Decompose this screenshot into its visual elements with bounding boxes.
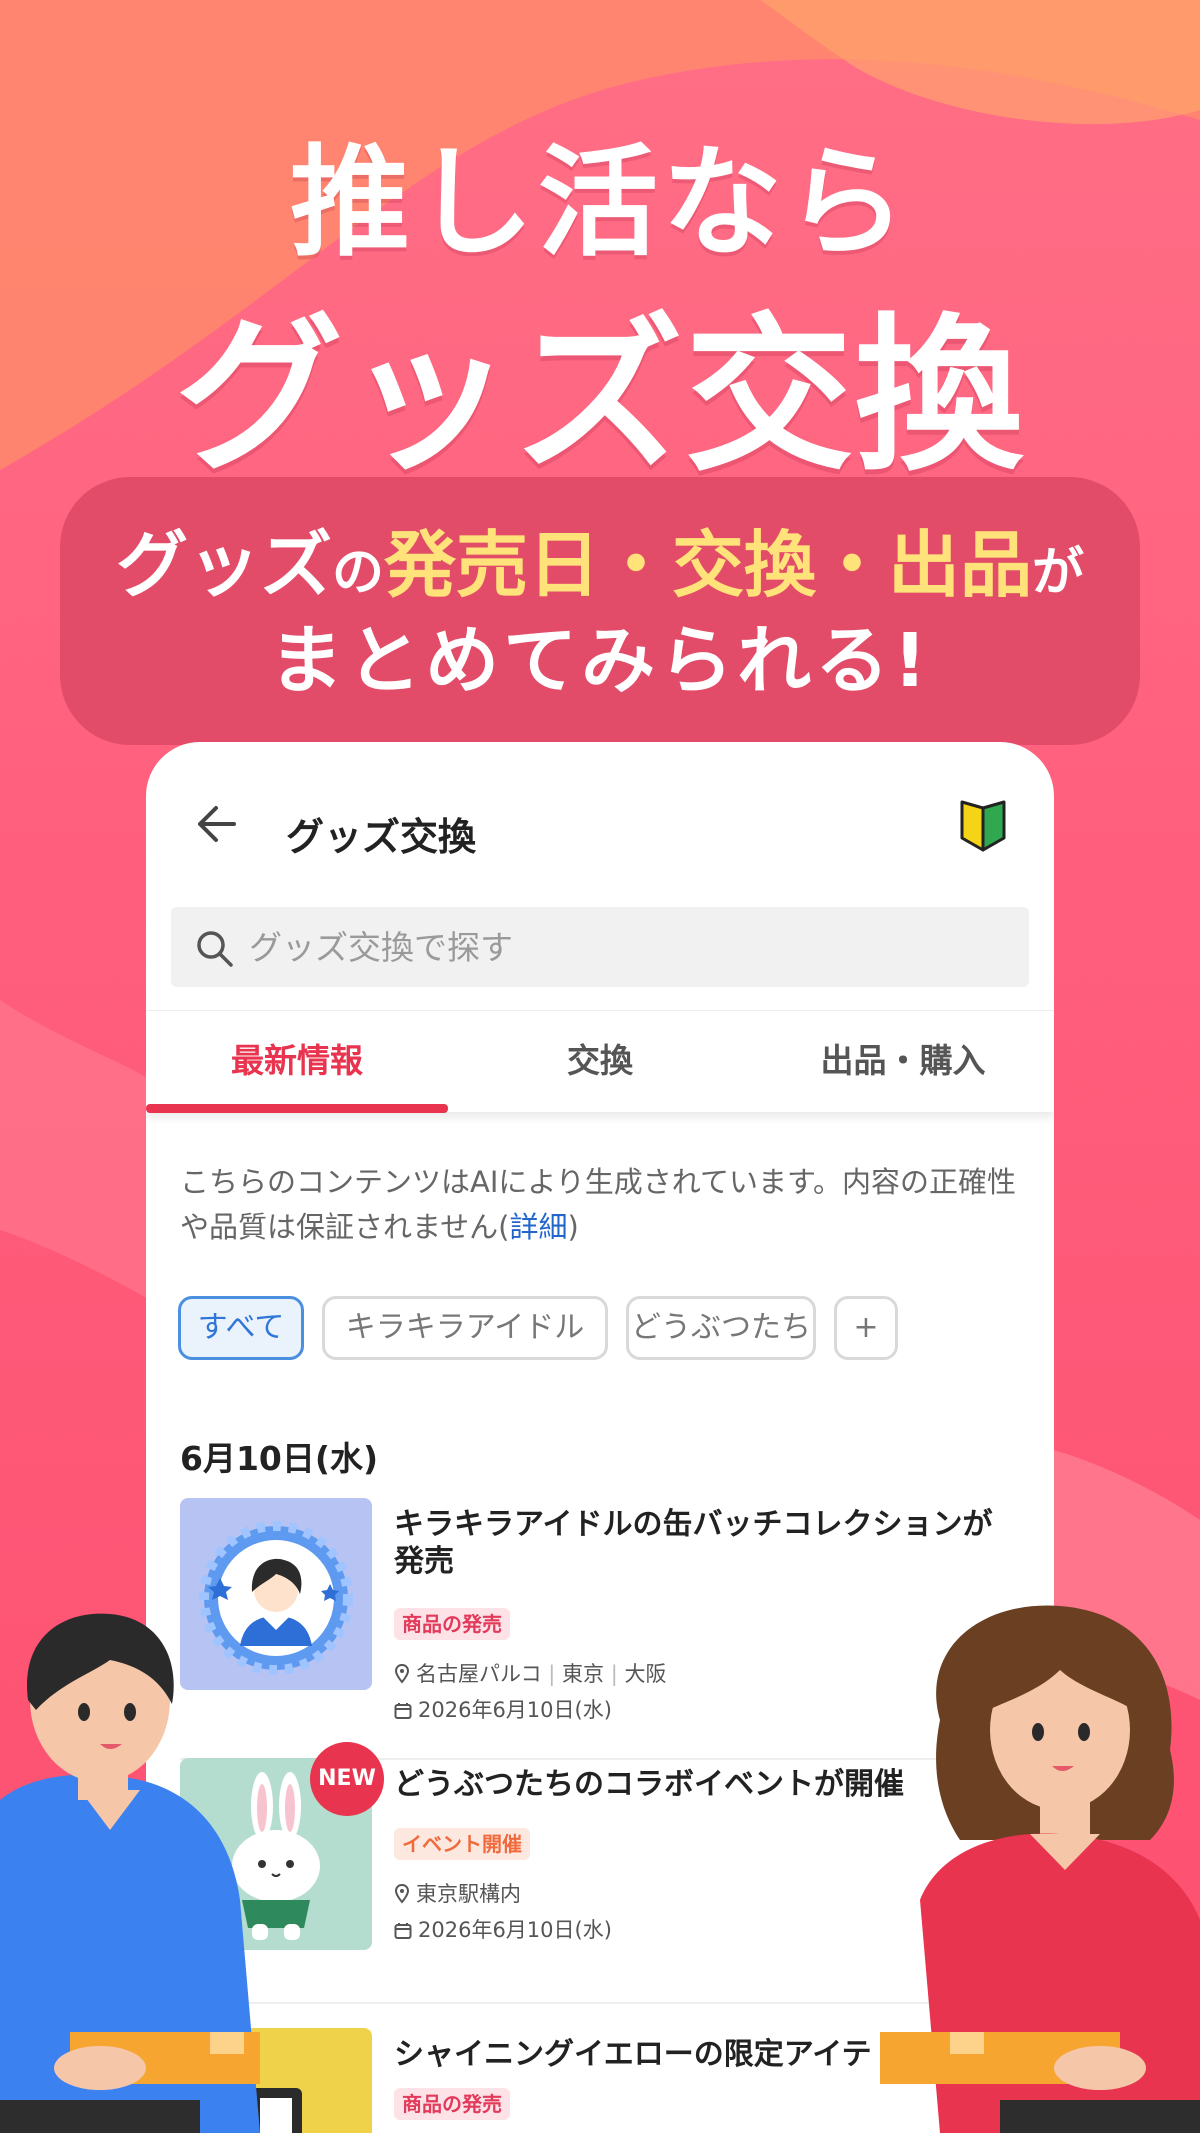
new-badge: NEW xyxy=(310,1742,384,1816)
search-input[interactable] xyxy=(249,921,1009,973)
item-tag: 商品の発売 xyxy=(394,2088,510,2120)
bubble-goods-text: グッズ xyxy=(115,523,332,607)
calendar-icon xyxy=(394,1923,412,1939)
back-arrow-icon[interactable] xyxy=(194,804,238,844)
item-title: キラキラアイドルの缶バッチコレクションが発売 xyxy=(394,1507,993,1579)
ai-notice-text: こちらのコンテンツはAIにより生成されています。内容の正確性や品質は保証されませ… xyxy=(180,1165,1017,1244)
filter-chip-doubutsutachi[interactable]: どうぶつたち xyxy=(626,1296,816,1360)
headline-line-2: グッズ交換 xyxy=(175,298,1025,494)
bubble-ga-text: が xyxy=(1032,543,1085,603)
tab-latest-label: 最新情報 xyxy=(231,1041,363,1080)
girl-character-illustration xyxy=(880,1605,1200,2133)
page-title: グッズ交換 xyxy=(286,815,477,859)
tab-listing[interactable]: 出品・購入 xyxy=(752,1011,1054,1111)
item-date-text: 2026年6月10日(水) xyxy=(418,1918,612,1942)
location-pin-icon xyxy=(394,1663,410,1684)
beginner-mark-icon[interactable] xyxy=(958,798,1008,852)
location-pin-icon xyxy=(394,1883,410,1904)
ai-notice-end: ) xyxy=(567,1210,579,1244)
location-1: 東京駅構内 xyxy=(416,1882,521,1906)
feature-bubble: グッズの発売日・交換・出品が まとめてみられる! xyxy=(60,477,1140,745)
search-icon xyxy=(197,931,233,967)
tab-bar: 最新情報 交換 出品・購入 xyxy=(146,1010,1054,1113)
item-date: 2026年6月10日(水) xyxy=(394,1694,612,1724)
tab-listing-label: 出品・購入 xyxy=(820,1041,986,1080)
active-tab-indicator xyxy=(146,1104,448,1113)
bubble-line-2: まとめてみられる! xyxy=(269,618,931,704)
item-date-text: 2026年6月10日(水) xyxy=(418,1698,612,1722)
filter-chip-all[interactable]: すべて xyxy=(178,1296,304,1360)
date-heading: 6月10日(水) xyxy=(180,1439,379,1478)
item-tag: イベント開催 xyxy=(394,1828,530,1860)
add-filter-button[interactable]: + xyxy=(834,1296,898,1360)
location-2: 東京 xyxy=(562,1662,605,1686)
item-tag: 商品の発売 xyxy=(394,1608,510,1640)
tab-latest[interactable]: 最新情報 xyxy=(146,1011,448,1113)
search-bar xyxy=(171,907,1029,987)
ai-notice: こちらのコンテンツはAIにより生成されています。内容の正確性や品質は保証されませ… xyxy=(180,1160,1026,1250)
item-location: 東京駅構内 xyxy=(394,1878,521,1908)
location-3: 大阪 xyxy=(624,1662,667,1686)
headline-line-1: 推し活なら xyxy=(290,134,910,273)
notice-details-link[interactable]: 詳細 xyxy=(509,1210,567,1244)
bubble-line-1: グッズの発売日・交換・出品が xyxy=(60,522,1140,608)
location-1: 名古屋パルコ xyxy=(416,1662,542,1686)
bubble-highlight-text: 発売日・交換・出品 xyxy=(384,523,1033,607)
calendar-icon xyxy=(394,1703,412,1719)
item-location: 名古屋パルコ | 東京 | 大阪 xyxy=(394,1658,666,1688)
bubble-no-text: の xyxy=(331,543,384,603)
tab-exchange-label: 交換 xyxy=(567,1041,633,1080)
tab-exchange[interactable]: 交換 xyxy=(449,1011,751,1111)
item-date: 2026年6月10日(水) xyxy=(394,1914,612,1944)
boy-character-illustration xyxy=(0,1613,260,2133)
filter-chip-kirakira-idol[interactable]: キラキラアイドル xyxy=(322,1296,608,1360)
app-header: グッズ交換 xyxy=(146,742,1054,872)
